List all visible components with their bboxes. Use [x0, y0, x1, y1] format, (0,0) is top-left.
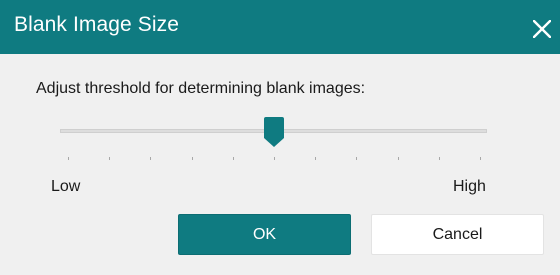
slider-tick: [356, 157, 357, 160]
slider-thumb[interactable]: [264, 117, 284, 147]
slider-tick: [233, 157, 234, 160]
threshold-prompt: Adjust threshold for determining blank i…: [36, 80, 366, 97]
close-icon: [533, 20, 551, 38]
slider-tick: [192, 157, 193, 160]
dialog-title: Blank Image Size: [14, 13, 180, 36]
slider-tick: [150, 157, 151, 160]
slider-tick: [274, 157, 275, 160]
slider-tick: [480, 157, 481, 160]
slider-thumb-shape: [264, 117, 284, 147]
blank-image-size-dialog: Blank Image Size Adjust threshold for de…: [0, 0, 560, 275]
slider-tick: [315, 157, 316, 160]
title-bar: Blank Image Size: [0, 0, 560, 54]
ok-button[interactable]: OK: [178, 214, 351, 255]
cancel-button[interactable]: Cancel: [371, 214, 544, 255]
slider-tick: [398, 157, 399, 160]
slider-max-label: High: [453, 178, 486, 195]
slider-min-label: Low: [51, 178, 81, 195]
slider-tick: [439, 157, 440, 160]
slider-tick: [68, 157, 69, 160]
slider-tick: [109, 157, 110, 160]
dialog-body: Adjust threshold for determining blank i…: [0, 54, 560, 275]
close-button[interactable]: [525, 8, 560, 46]
